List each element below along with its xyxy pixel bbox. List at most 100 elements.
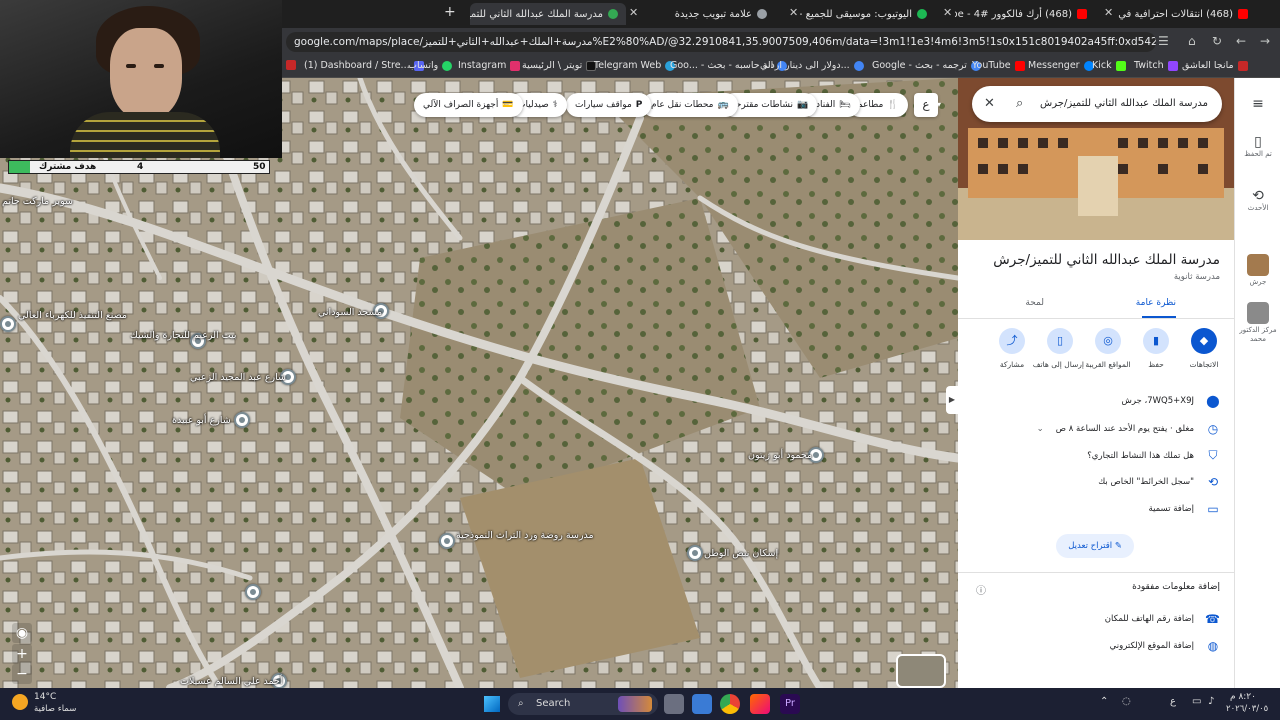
bookmark-item[interactable]: Twitch: [1134, 60, 1178, 71]
newtab-favicon-icon: [757, 9, 767, 19]
chip-parking[interactable]: P مواقف سيارات: [566, 93, 652, 117]
task-view-icon[interactable]: [664, 694, 684, 714]
forward-icon[interactable]: →: [1260, 34, 1270, 48]
home-icon[interactable]: ⌂: [1188, 34, 1196, 48]
nearby-button[interactable]: ◎ المواقع القريبة: [1084, 328, 1132, 369]
bookmark-item[interactable]: دولار الى دينار اردني...: [760, 60, 864, 71]
zoom-out-button[interactable]: −: [12, 664, 32, 684]
place-label[interactable]: شارع عبد المجيد الزعبي: [190, 372, 286, 383]
rail-saved[interactable]: ▯ تم الحفظ: [1235, 134, 1280, 158]
info-row-add-label[interactable]: ▭ إضافة تسمية: [1149, 502, 1220, 516]
school-pin-icon[interactable]: [439, 533, 455, 549]
info-row-claim[interactable]: ⛉ هل تملك هذا النشاط التجاري؟: [1087, 448, 1220, 463]
tab-about[interactable]: لمحة: [1025, 298, 1044, 308]
bookmark-item[interactable]: (1) Dashboard / Stre...: [304, 60, 424, 71]
weather-desc[interactable]: سماء صافية: [34, 704, 76, 714]
browser-tab[interactable]: اليوتيوب: موسيقى للجميع - Spotify: [800, 3, 935, 25]
place-label[interactable]: مدرسة روضة ورد التراث النموذجية: [456, 530, 594, 541]
add-website-row[interactable]: ◍ إضافة الموقع الإلكتروني: [1110, 639, 1220, 653]
place-photo[interactable]: مدرسة الملك عبدالله الثاني للتميز/جرش ⌕ …: [958, 78, 1234, 240]
close-tab-icon[interactable]: ✕: [629, 6, 638, 19]
windows-start-icon[interactable]: [484, 696, 500, 712]
info-row-hours[interactable]: ◷ مغلق · يفتح يوم الأحد عند الساعة ٨ ص ⌄: [1037, 422, 1220, 436]
bookmark-item[interactable]: مانجا العاشق: [1182, 60, 1248, 71]
search-icon[interactable]: ⌕: [1016, 86, 1023, 122]
search-input[interactable]: مدرسة الملك عبدالله الثاني للتميز/جرش ⌕ …: [972, 86, 1222, 122]
place-label[interactable]: إسكان نبض الوطن: [704, 548, 778, 559]
close-icon[interactable]: ✕: [984, 86, 995, 122]
rail-recent-place[interactable]: جرش: [1235, 254, 1280, 286]
browser-tab[interactable]: علامة تبويب جديدة: [640, 3, 775, 25]
layers-toggle-thumbnail[interactable]: [896, 654, 946, 688]
chip-transit[interactable]: 🚌 محطات نقل عام: [642, 93, 738, 117]
browser-tab[interactable]: (468) أرك فالكوور #4 - YouTube: [955, 3, 1095, 25]
directions-button[interactable]: ◆ الاتجاهات: [1180, 328, 1228, 369]
info-row-plus-code[interactable]: ⬤ 7WQ5+X9J، جرش: [1121, 394, 1220, 408]
reload-icon[interactable]: ↻: [1212, 34, 1222, 48]
factory-pin-icon[interactable]: [0, 316, 16, 332]
bookmark-item[interactable]: تويتر \ الرئيسية: [522, 60, 597, 71]
rail-recent-place[interactable]: مركز الدكتور محمد: [1235, 302, 1280, 344]
place-label[interactable]: مسجد السوداني: [318, 307, 382, 318]
place-label[interactable]: مصنع التنفيذ للكهرباء العالي: [18, 310, 127, 321]
language-toggle[interactable]: ع: [914, 93, 938, 117]
new-tab-icon[interactable]: +: [444, 4, 456, 20]
place-label[interactable]: أحمد علي السالم عسيلات: [180, 676, 283, 687]
bookmark-item[interactable]: Kick: [1092, 60, 1126, 71]
webcam-eye: [154, 64, 164, 68]
info-row-timeline[interactable]: ⟲ "سجل الخرائط" الخاص بك: [1098, 475, 1220, 489]
app-icon[interactable]: [750, 694, 770, 714]
zoom-in-button[interactable]: +: [12, 644, 32, 664]
volume-icon[interactable]: ♪: [1208, 696, 1214, 707]
premiere-pro-icon[interactable]: Pr: [780, 694, 800, 714]
tab-overview[interactable]: نظرة عامة: [1136, 298, 1176, 308]
place-label[interactable]: سوبر ماركت حاتم: [2, 196, 73, 207]
site-settings-icon[interactable]: ☰: [1158, 34, 1169, 48]
bookmark-item[interactable]: واتساب: [408, 60, 453, 71]
housing-pin-icon[interactable]: [687, 545, 703, 561]
bookmark-item[interactable]: Telegram Web: [594, 60, 676, 71]
input-language[interactable]: ع: [1170, 696, 1176, 707]
chevron-down-icon[interactable]: ⌄: [1037, 424, 1044, 434]
tray-overflow-icon[interactable]: ⌃: [1100, 696, 1108, 707]
suggest-edit-button[interactable]: ✎ اقتراح تعديل: [1056, 534, 1134, 558]
store-icon[interactable]: [692, 694, 712, 714]
collapse-panel-button[interactable]: ▶: [946, 386, 958, 414]
place-label[interactable]: بيت الزعيم للتجارة والشيك: [130, 330, 237, 341]
network-icon[interactable]: ▭: [1192, 696, 1201, 707]
chips-scroll-icon[interactable]: ▾: [937, 93, 947, 117]
browser-tab[interactable]: (468) انتقالات احترافية في المونتاج: [1116, 3, 1256, 25]
add-phone-row[interactable]: ☎ إضافة رقم الهاتف للمكان: [1105, 612, 1220, 626]
tray-app-icon[interactable]: ◌: [1122, 696, 1131, 707]
clock-time[interactable]: ٨:٢٠ م: [1230, 692, 1256, 702]
place-label[interactable]: شارع أبو عبيدة: [172, 415, 231, 426]
url-field[interactable]: google.com/maps/place/مدرسة+الملك+عبدالل…: [286, 32, 1156, 52]
share-button[interactable]: ⤴ مشاركة: [988, 328, 1036, 369]
clock-date[interactable]: ٢٠٢٦/٠٣/٠٥: [1226, 704, 1268, 714]
weather-temp[interactable]: 14°C: [34, 692, 56, 702]
bookmark-item[interactable]: [286, 60, 296, 70]
chip-atm[interactable]: 💳 أجهزة الصراف الآلي: [414, 93, 523, 117]
clock-icon: ◷: [1207, 422, 1219, 436]
rail-recents[interactable]: ⟲ الأحدث: [1235, 188, 1280, 212]
bookmark-item[interactable]: Google - ترجمه - بحث: [872, 60, 981, 71]
taskbar-search-box[interactable]: ⌕ Search: [508, 693, 658, 715]
close-tab-icon[interactable]: ✕: [789, 6, 798, 19]
weather-sun-icon[interactable]: [12, 694, 28, 710]
help-icon[interactable]: ⓘ: [976, 582, 986, 597]
send-to-phone-button[interactable]: ▯ إرسال إلى هاتف: [1033, 328, 1084, 369]
place-pin-icon[interactable]: [245, 584, 261, 600]
menu-button[interactable]: ≡: [1235, 96, 1280, 112]
close-tab-icon[interactable]: ✕: [943, 6, 952, 19]
place-label[interactable]: محمود أبو زيتون: [748, 450, 812, 461]
bookmark-item[interactable]: YouTube: [972, 60, 1025, 71]
bookmark-item[interactable]: Instagram: [458, 60, 521, 71]
bookmark-item[interactable]: Messenger: [1028, 60, 1094, 71]
street-pin-icon[interactable]: [234, 412, 250, 428]
my-location-button[interactable]: ◉: [12, 623, 32, 643]
save-button[interactable]: ▮ حفظ: [1132, 328, 1180, 369]
close-tab-icon[interactable]: ✕: [1104, 6, 1113, 19]
browser-tab-active[interactable]: مدرسة الملك عبدالله الثاني للتميز: [470, 3, 626, 25]
chrome-icon[interactable]: [720, 694, 740, 714]
back-icon[interactable]: ←: [1236, 34, 1246, 48]
